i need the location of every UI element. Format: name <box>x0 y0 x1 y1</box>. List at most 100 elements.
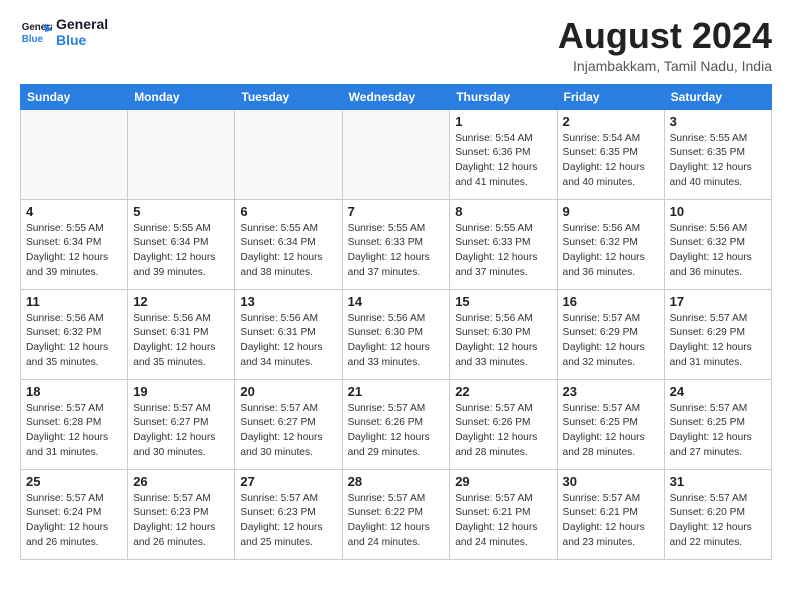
calendar-cell: 31Sunrise: 5:57 AM Sunset: 6:20 PM Dayli… <box>664 469 771 559</box>
day-info: Sunrise: 5:55 AM Sunset: 6:33 PM Dayligh… <box>348 222 445 281</box>
day-info: Sunrise: 5:56 AM Sunset: 6:31 PM Dayligh… <box>133 312 229 371</box>
calendar-cell: 8 Sunrise: 5:55 AM Sunset: 6:33 PM Daylig… <box>450 199 557 289</box>
day-info: Sunrise: 5:56 AM Sunset: 6:30 PM Dayligh… <box>348 312 445 371</box>
day-info: Sunrise: 5:55 AM Sunset: 6:35 PM Dayligh… <box>670 132 766 191</box>
calendar-header-row: SundayMondayTuesdayWednesdayThursdayFrid… <box>21 84 772 109</box>
calendar-cell: 1 Sunrise: 5:54 AM Sunset: 6:36 PM Daylig… <box>450 109 557 199</box>
day-number: 8 <box>455 204 551 219</box>
day-info: Sunrise: 5:57 AM Sunset: 6:26 PM Dayligh… <box>348 402 445 461</box>
week-row-1: 1 Sunrise: 5:54 AM Sunset: 6:36 PM Daylig… <box>21 109 772 199</box>
day-number: 2 <box>563 114 659 129</box>
day-info: Sunrise: 5:57 AM Sunset: 6:23 PM Dayligh… <box>133 492 229 551</box>
calendar-cell: 28Sunrise: 5:57 AM Sunset: 6:22 PM Dayli… <box>342 469 450 559</box>
calendar-cell: 22Sunrise: 5:57 AM Sunset: 6:26 PM Dayli… <box>450 379 557 469</box>
day-number: 23 <box>563 384 659 399</box>
day-info: Sunrise: 5:55 AM Sunset: 6:33 PM Dayligh… <box>455 222 551 281</box>
day-number: 24 <box>670 384 766 399</box>
day-number: 27 <box>240 474 336 489</box>
calendar-cell: 29 Sunrise: 5:57 AM Sunset: 6:21 PM Dayli… <box>450 469 557 559</box>
calendar-cell: 25 Sunrise: 5:57 AM Sunset: 6:24 PM Dayli… <box>21 469 128 559</box>
day-number: 11 <box>26 294 122 309</box>
day-info: Sunrise: 5:56 AM Sunset: 6:32 PM Dayligh… <box>26 312 122 371</box>
calendar-cell <box>128 109 235 199</box>
page-header: General Blue General Blue August 2024 In… <box>20 16 772 74</box>
day-number: 25 <box>26 474 122 489</box>
day-info: Sunrise: 5:57 AM Sunset: 6:25 PM Dayligh… <box>563 402 659 461</box>
day-info: Sunrise: 5:57 AM Sunset: 6:21 PM Dayligh… <box>455 492 551 551</box>
logo-blue: Blue <box>56 32 108 48</box>
day-number: 10 <box>670 204 766 219</box>
calendar-cell: 4 Sunrise: 5:55 AM Sunset: 6:34 PM Daylig… <box>21 199 128 289</box>
day-number: 6 <box>240 204 336 219</box>
logo-icon: General Blue <box>20 16 52 48</box>
day-info: Sunrise: 5:57 AM Sunset: 6:27 PM Dayligh… <box>240 402 336 461</box>
col-header-thursday: Thursday <box>450 84 557 109</box>
day-number: 28 <box>348 474 445 489</box>
calendar-cell: 6 Sunrise: 5:55 AM Sunset: 6:34 PM Daylig… <box>235 199 342 289</box>
day-number: 30 <box>563 474 659 489</box>
day-number: 20 <box>240 384 336 399</box>
col-header-sunday: Sunday <box>21 84 128 109</box>
calendar-cell: 11 Sunrise: 5:56 AM Sunset: 6:32 PM Dayli… <box>21 289 128 379</box>
week-row-4: 18Sunrise: 5:57 AM Sunset: 6:28 PM Dayli… <box>21 379 772 469</box>
month-year-title: August 2024 <box>558 16 772 56</box>
day-info: Sunrise: 5:56 AM Sunset: 6:32 PM Dayligh… <box>563 222 659 281</box>
day-number: 17 <box>670 294 766 309</box>
calendar-cell: 3 Sunrise: 5:55 AM Sunset: 6:35 PM Daylig… <box>664 109 771 199</box>
day-number: 31 <box>670 474 766 489</box>
day-info: Sunrise: 5:55 AM Sunset: 6:34 PM Dayligh… <box>240 222 336 281</box>
title-area: August 2024 Injambakkam, Tamil Nadu, Ind… <box>558 16 772 74</box>
calendar-cell: 17 Sunrise: 5:57 AM Sunset: 6:29 PM Dayli… <box>664 289 771 379</box>
day-info: Sunrise: 5:57 AM Sunset: 6:29 PM Dayligh… <box>670 312 766 371</box>
calendar-cell: 23 Sunrise: 5:57 AM Sunset: 6:25 PM Dayli… <box>557 379 664 469</box>
day-info: Sunrise: 5:57 AM Sunset: 6:28 PM Dayligh… <box>26 402 122 461</box>
calendar-cell <box>235 109 342 199</box>
day-number: 3 <box>670 114 766 129</box>
calendar-cell: 12 Sunrise: 5:56 AM Sunset: 6:31 PM Dayli… <box>128 289 235 379</box>
calendar-cell: 5 Sunrise: 5:55 AM Sunset: 6:34 PM Daylig… <box>128 199 235 289</box>
day-number: 15 <box>455 294 551 309</box>
col-header-saturday: Saturday <box>664 84 771 109</box>
calendar-cell: 7 Sunrise: 5:55 AM Sunset: 6:33 PM Daylig… <box>342 199 450 289</box>
calendar-cell: 9Sunrise: 5:56 AM Sunset: 6:32 PM Daylig… <box>557 199 664 289</box>
day-number: 19 <box>133 384 229 399</box>
day-info: Sunrise: 5:55 AM Sunset: 6:34 PM Dayligh… <box>133 222 229 281</box>
calendar-cell: 27 Sunrise: 5:57 AM Sunset: 6:23 PM Dayli… <box>235 469 342 559</box>
week-row-5: 25 Sunrise: 5:57 AM Sunset: 6:24 PM Dayli… <box>21 469 772 559</box>
col-header-tuesday: Tuesday <box>235 84 342 109</box>
day-info: Sunrise: 5:57 AM Sunset: 6:26 PM Dayligh… <box>455 402 551 461</box>
week-row-2: 4 Sunrise: 5:55 AM Sunset: 6:34 PM Daylig… <box>21 199 772 289</box>
col-header-friday: Friday <box>557 84 664 109</box>
calendar-cell: 21Sunrise: 5:57 AM Sunset: 6:26 PM Dayli… <box>342 379 450 469</box>
calendar-cell <box>342 109 450 199</box>
day-number: 1 <box>455 114 551 129</box>
day-info: Sunrise: 5:55 AM Sunset: 6:34 PM Dayligh… <box>26 222 122 281</box>
calendar-cell: 2Sunrise: 5:54 AM Sunset: 6:35 PM Daylig… <box>557 109 664 199</box>
day-info: Sunrise: 5:56 AM Sunset: 6:32 PM Dayligh… <box>670 222 766 281</box>
day-number: 16 <box>563 294 659 309</box>
day-number: 5 <box>133 204 229 219</box>
week-row-3: 11 Sunrise: 5:56 AM Sunset: 6:32 PM Dayli… <box>21 289 772 379</box>
day-number: 13 <box>240 294 336 309</box>
day-number: 29 <box>455 474 551 489</box>
calendar-cell: 19Sunrise: 5:57 AM Sunset: 6:27 PM Dayli… <box>128 379 235 469</box>
calendar-cell: 16 Sunrise: 5:57 AM Sunset: 6:29 PM Dayli… <box>557 289 664 379</box>
day-info: Sunrise: 5:54 AM Sunset: 6:36 PM Dayligh… <box>455 132 551 191</box>
calendar-cell: 30Sunrise: 5:57 AM Sunset: 6:21 PM Dayli… <box>557 469 664 559</box>
day-info: Sunrise: 5:56 AM Sunset: 6:30 PM Dayligh… <box>455 312 551 371</box>
day-number: 4 <box>26 204 122 219</box>
day-info: Sunrise: 5:57 AM Sunset: 6:29 PM Dayligh… <box>563 312 659 371</box>
day-number: 26 <box>133 474 229 489</box>
calendar-cell: 13Sunrise: 5:56 AM Sunset: 6:31 PM Dayli… <box>235 289 342 379</box>
day-number: 7 <box>348 204 445 219</box>
day-info: Sunrise: 5:57 AM Sunset: 6:23 PM Dayligh… <box>240 492 336 551</box>
day-number: 14 <box>348 294 445 309</box>
svg-text:Blue: Blue <box>22 34 44 45</box>
day-info: Sunrise: 5:57 AM Sunset: 6:25 PM Dayligh… <box>670 402 766 461</box>
day-info: Sunrise: 5:57 AM Sunset: 6:24 PM Dayligh… <box>26 492 122 551</box>
day-number: 12 <box>133 294 229 309</box>
calendar-table: SundayMondayTuesdayWednesdayThursdayFrid… <box>20 84 772 560</box>
calendar-cell: 18Sunrise: 5:57 AM Sunset: 6:28 PM Dayli… <box>21 379 128 469</box>
calendar-cell: 14 Sunrise: 5:56 AM Sunset: 6:30 PM Dayli… <box>342 289 450 379</box>
calendar-cell: 24 Sunrise: 5:57 AM Sunset: 6:25 PM Dayli… <box>664 379 771 469</box>
